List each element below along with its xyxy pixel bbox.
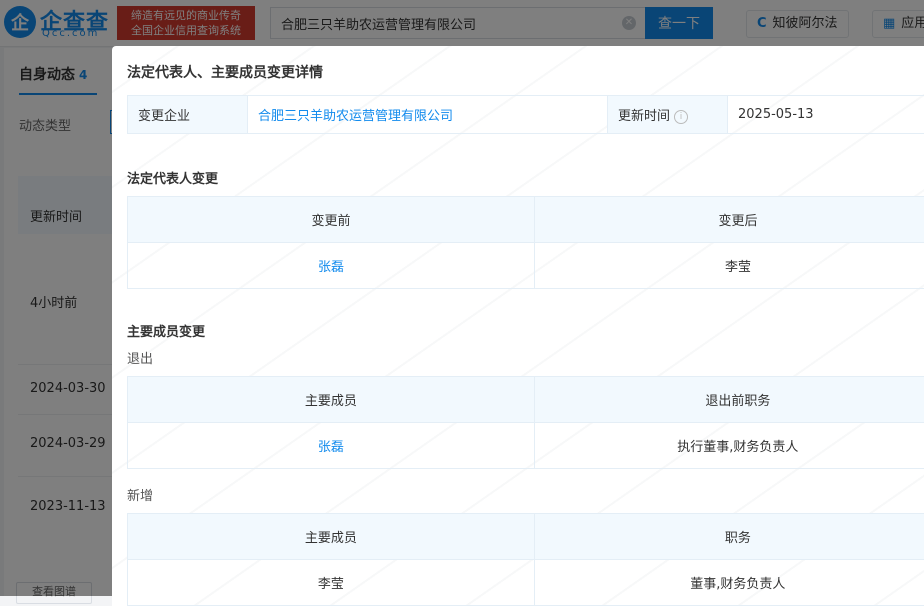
members-section-title: 主要成员变更 <box>127 321 205 340</box>
legal-rep-before-link[interactable]: 张磊 <box>128 243 535 289</box>
info-table: 变更企业 合肥三只羊助农运营管理有限公司 更新时间 i 2025-05-13 <box>127 95 924 134</box>
col-member: 主要成员 <box>128 514 535 560</box>
added-member-role: 董事,财务负责人 <box>534 560 924 606</box>
added-members-table: 主要成员 职务 李莹 董事,财务负责人 <box>127 513 924 606</box>
exit-members-table: 主要成员 退出前职务 张磊 执行董事,财务负责人 <box>127 376 924 469</box>
table-header-row: 主要成员 职务 <box>128 514 924 560</box>
exit-member-role: 执行董事,财务负责人 <box>534 423 924 469</box>
legal-rep-after: 李莹 <box>535 243 924 289</box>
modal-title: 法定代表人、主要成员变更详情 <box>127 62 323 82</box>
table-row: 张磊 李莹 <box>128 243 924 289</box>
info-icon[interactable]: i <box>674 110 688 124</box>
col-after: 变更后 <box>535 197 924 243</box>
company-link[interactable]: 合肥三只羊助农运营管理有限公司 <box>248 96 608 134</box>
legal-rep-table: 变更前 变更后 张磊 李莹 <box>127 196 924 289</box>
col-member: 主要成员 <box>128 377 535 423</box>
table-header-row: 变更前 变更后 <box>128 197 924 243</box>
exit-member-link[interactable]: 张磊 <box>128 423 535 469</box>
added-member: 李莹 <box>128 560 535 606</box>
table-row: 李莹 董事,财务负责人 <box>128 560 924 606</box>
update-time-label: 更新时间 i <box>608 96 728 134</box>
table-header-row: 主要成员 退出前职务 <box>128 377 924 423</box>
change-detail-modal: 法定代表人、主要成员变更详情 变更企业 合肥三只羊助农运营管理有限公司 更新时间… <box>112 46 924 606</box>
table-row: 张磊 执行董事,财务负责人 <box>128 423 924 469</box>
update-time-value: 2025-05-13 <box>728 96 924 134</box>
update-time-label-text: 更新时间 <box>618 109 670 124</box>
company-label: 变更企业 <box>128 96 248 134</box>
exit-subtitle: 退出 <box>127 348 153 367</box>
col-before: 变更前 <box>128 197 535 243</box>
col-role: 职务 <box>534 514 924 560</box>
col-role-before-exit: 退出前职务 <box>534 377 924 423</box>
legal-rep-section-title: 法定代表人变更 <box>127 168 218 187</box>
added-subtitle: 新增 <box>127 485 153 504</box>
